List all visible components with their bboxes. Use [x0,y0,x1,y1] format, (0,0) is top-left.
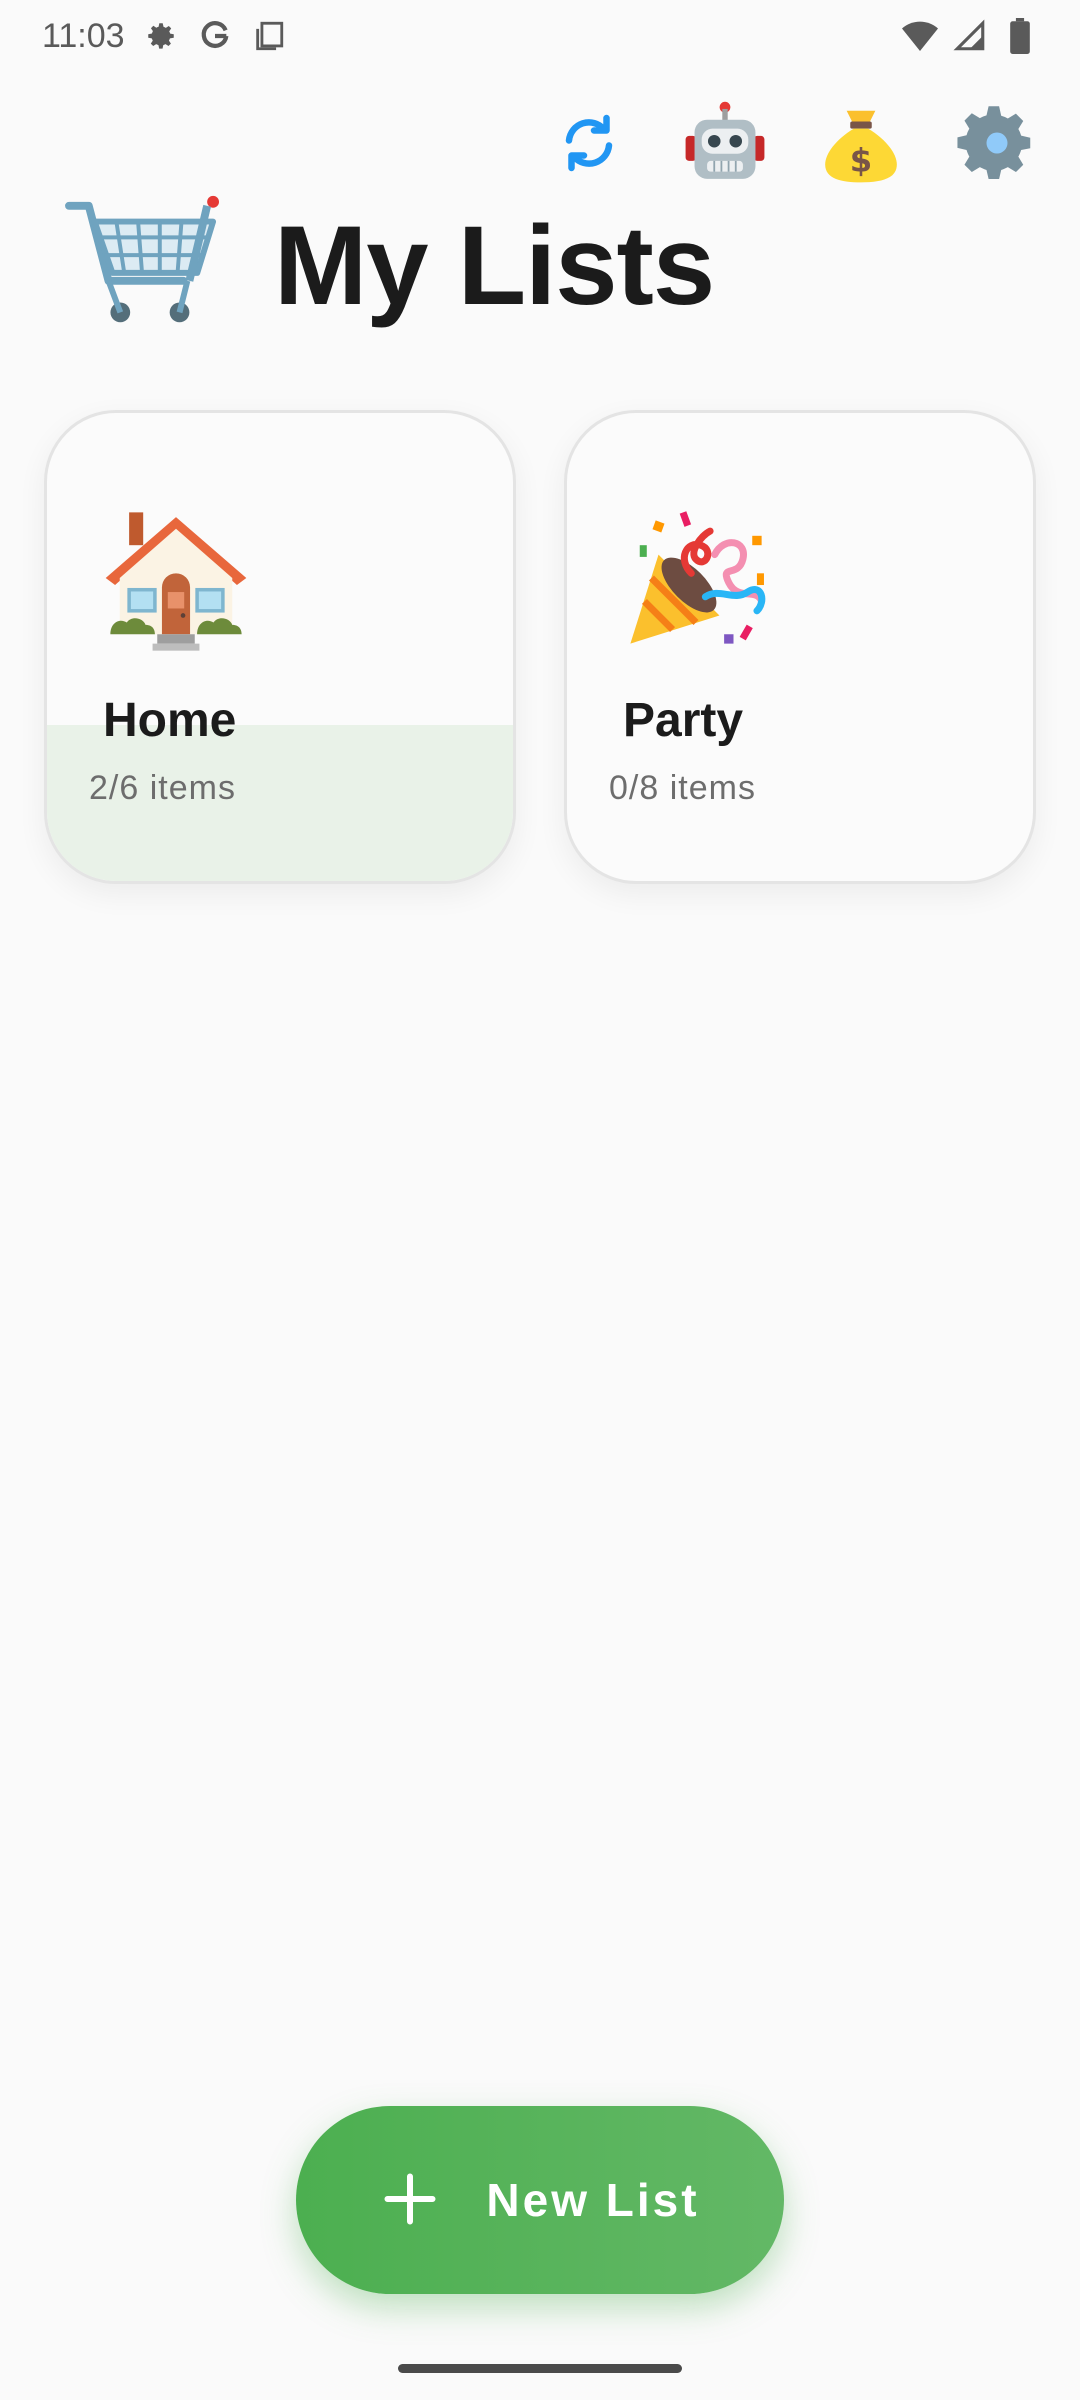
money-bag-icon: $ [825,110,897,183]
page-title: My Lists [274,202,715,328]
list-card-party[interactable]: Party 0/8 items [564,410,1036,884]
status-time: 11:03 [42,16,125,55]
plus-icon [380,2158,440,2242]
assistant-button[interactable] [682,100,768,186]
sync-icon [565,114,613,172]
settings-status-icon [143,18,179,54]
shopping-cart-icon [65,195,219,323]
list-item-count: 2/6 items [89,769,236,807]
list-card-home[interactable]: Home 2/6 items [44,410,516,884]
signal-icon [952,18,988,54]
battery-icon [1002,18,1038,54]
budget-button[interactable]: $ [818,100,904,186]
party-popper-icon [630,511,766,644]
header: My Lists [64,190,715,340]
list-grid: Home 2/6 items Party 0/8 items [44,410,1036,884]
list-name: Home [103,694,237,747]
list-name: Party [623,694,744,747]
home-indicator[interactable] [398,2364,682,2373]
robot-icon [685,101,765,179]
top-actions: $ [546,100,1040,186]
gear-icon [957,106,1031,180]
list-item-count: 0/8 items [609,769,756,807]
settings-button[interactable] [954,100,1040,186]
sync-button[interactable] [546,100,632,186]
google-icon [197,18,233,54]
clipboard-icon [251,18,287,54]
new-list-button[interactable]: New List [296,2106,784,2294]
house-icon [105,512,247,651]
new-list-label: New List [486,2174,700,2226]
wifi-icon [902,18,938,54]
svg-text:$: $ [850,142,872,180]
status-bar: 11:03 [0,0,1080,72]
